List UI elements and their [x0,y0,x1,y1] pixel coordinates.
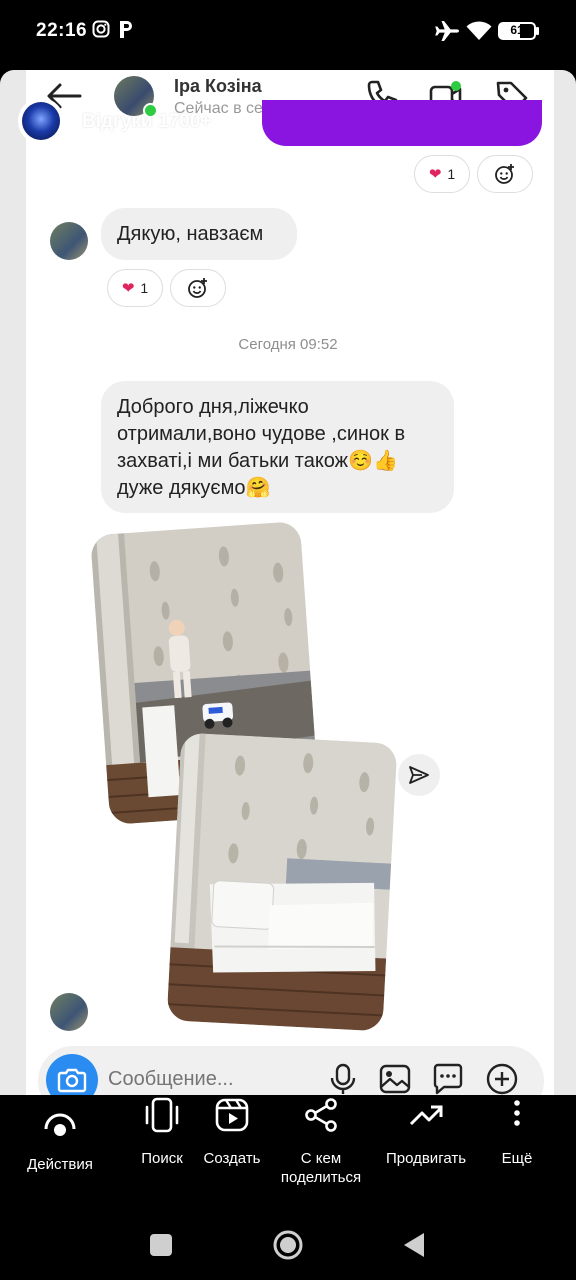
actions-icon [44,1113,76,1136]
add-reaction-button[interactable] [477,155,533,193]
screen: 22:16 61 Іра Козіна Сейчас в сети Відгук… [0,0,576,1280]
battery-tip [536,27,539,35]
battery-level: 61 [510,23,524,37]
sticker-icon[interactable] [431,1062,465,1096]
action-search[interactable]: Поиск [124,1097,200,1168]
action-actions[interactable]: Действия [14,1109,106,1174]
search-phone-icon [145,1097,179,1133]
received-message-bubble[interactable]: Доброго дня,ліжечко отримали,воно чудове… [101,381,454,513]
action-promote[interactable]: Продвигать [376,1097,476,1168]
microphone-icon[interactable] [326,1062,360,1096]
home-icon[interactable] [272,1229,304,1261]
sender-avatar[interactable] [50,222,88,260]
action-label: Ещё [501,1150,533,1167]
sent-message-bubble[interactable] [262,100,542,146]
action-label: С кем поделиться [280,1150,362,1186]
share-icon [305,1098,337,1132]
message-timestamp: Сегодня 09:52 [238,336,338,353]
received-message-bubble[interactable]: Дякую, навзаєм [101,208,297,260]
message-input[interactable] [108,1068,308,1091]
action-create[interactable]: Создать [194,1097,270,1168]
gallery-icon[interactable] [378,1062,412,1096]
action-more[interactable]: Ещё [486,1097,548,1168]
action-label: Продвигать [385,1150,467,1167]
status-time: 22:16 [36,20,88,41]
action-label: Поиск [141,1150,183,1167]
action-label: Создать [203,1150,261,1167]
add-emoji-icon [188,278,207,298]
photo-bed [166,732,398,1032]
add-emoji-icon [495,164,514,184]
promote-icon [409,1105,443,1126]
app-p-icon [120,21,132,38]
more-icon [514,1100,520,1126]
status-bar: 22:16 61 [0,0,576,64]
sender-avatar[interactable] [50,993,88,1031]
heart-icon: ❤ [428,166,442,183]
battery-icon: 61 [498,22,536,40]
camera-icon [57,1068,87,1093]
heart-icon: ❤ [121,280,135,297]
reaction-pill[interactable]: ❤ 1 [414,155,470,193]
instagram-icon [92,20,110,38]
dm-contact-name[interactable]: Іра Козіна [174,76,262,97]
dm-avatar[interactable] [114,76,158,118]
recents-icon[interactable] [150,1234,172,1256]
system-nav-bar [0,1210,576,1280]
share-message-button[interactable] [398,754,440,796]
reaction-count: 1 [447,166,456,182]
add-reaction-button[interactable] [170,269,226,307]
action-share[interactable]: С кем поделиться [270,1097,372,1187]
back-icon[interactable] [402,1231,426,1259]
reaction-count: 1 [140,280,149,296]
wifi-icon [466,21,492,40]
airplane-icon [435,21,459,41]
send-icon [409,766,429,784]
action-bar: Действия Поиск Создать С кем поделиться … [0,1095,576,1205]
add-icon[interactable] [485,1062,519,1096]
reaction-pill[interactable]: ❤ 1 [107,269,163,307]
create-reel-icon [215,1098,249,1132]
photo-attachment[interactable] [166,732,398,1032]
action-label: Действия [27,1156,93,1173]
story-title[interactable]: Відгуки 1700+ [82,111,211,133]
story-avatar[interactable] [18,98,64,144]
